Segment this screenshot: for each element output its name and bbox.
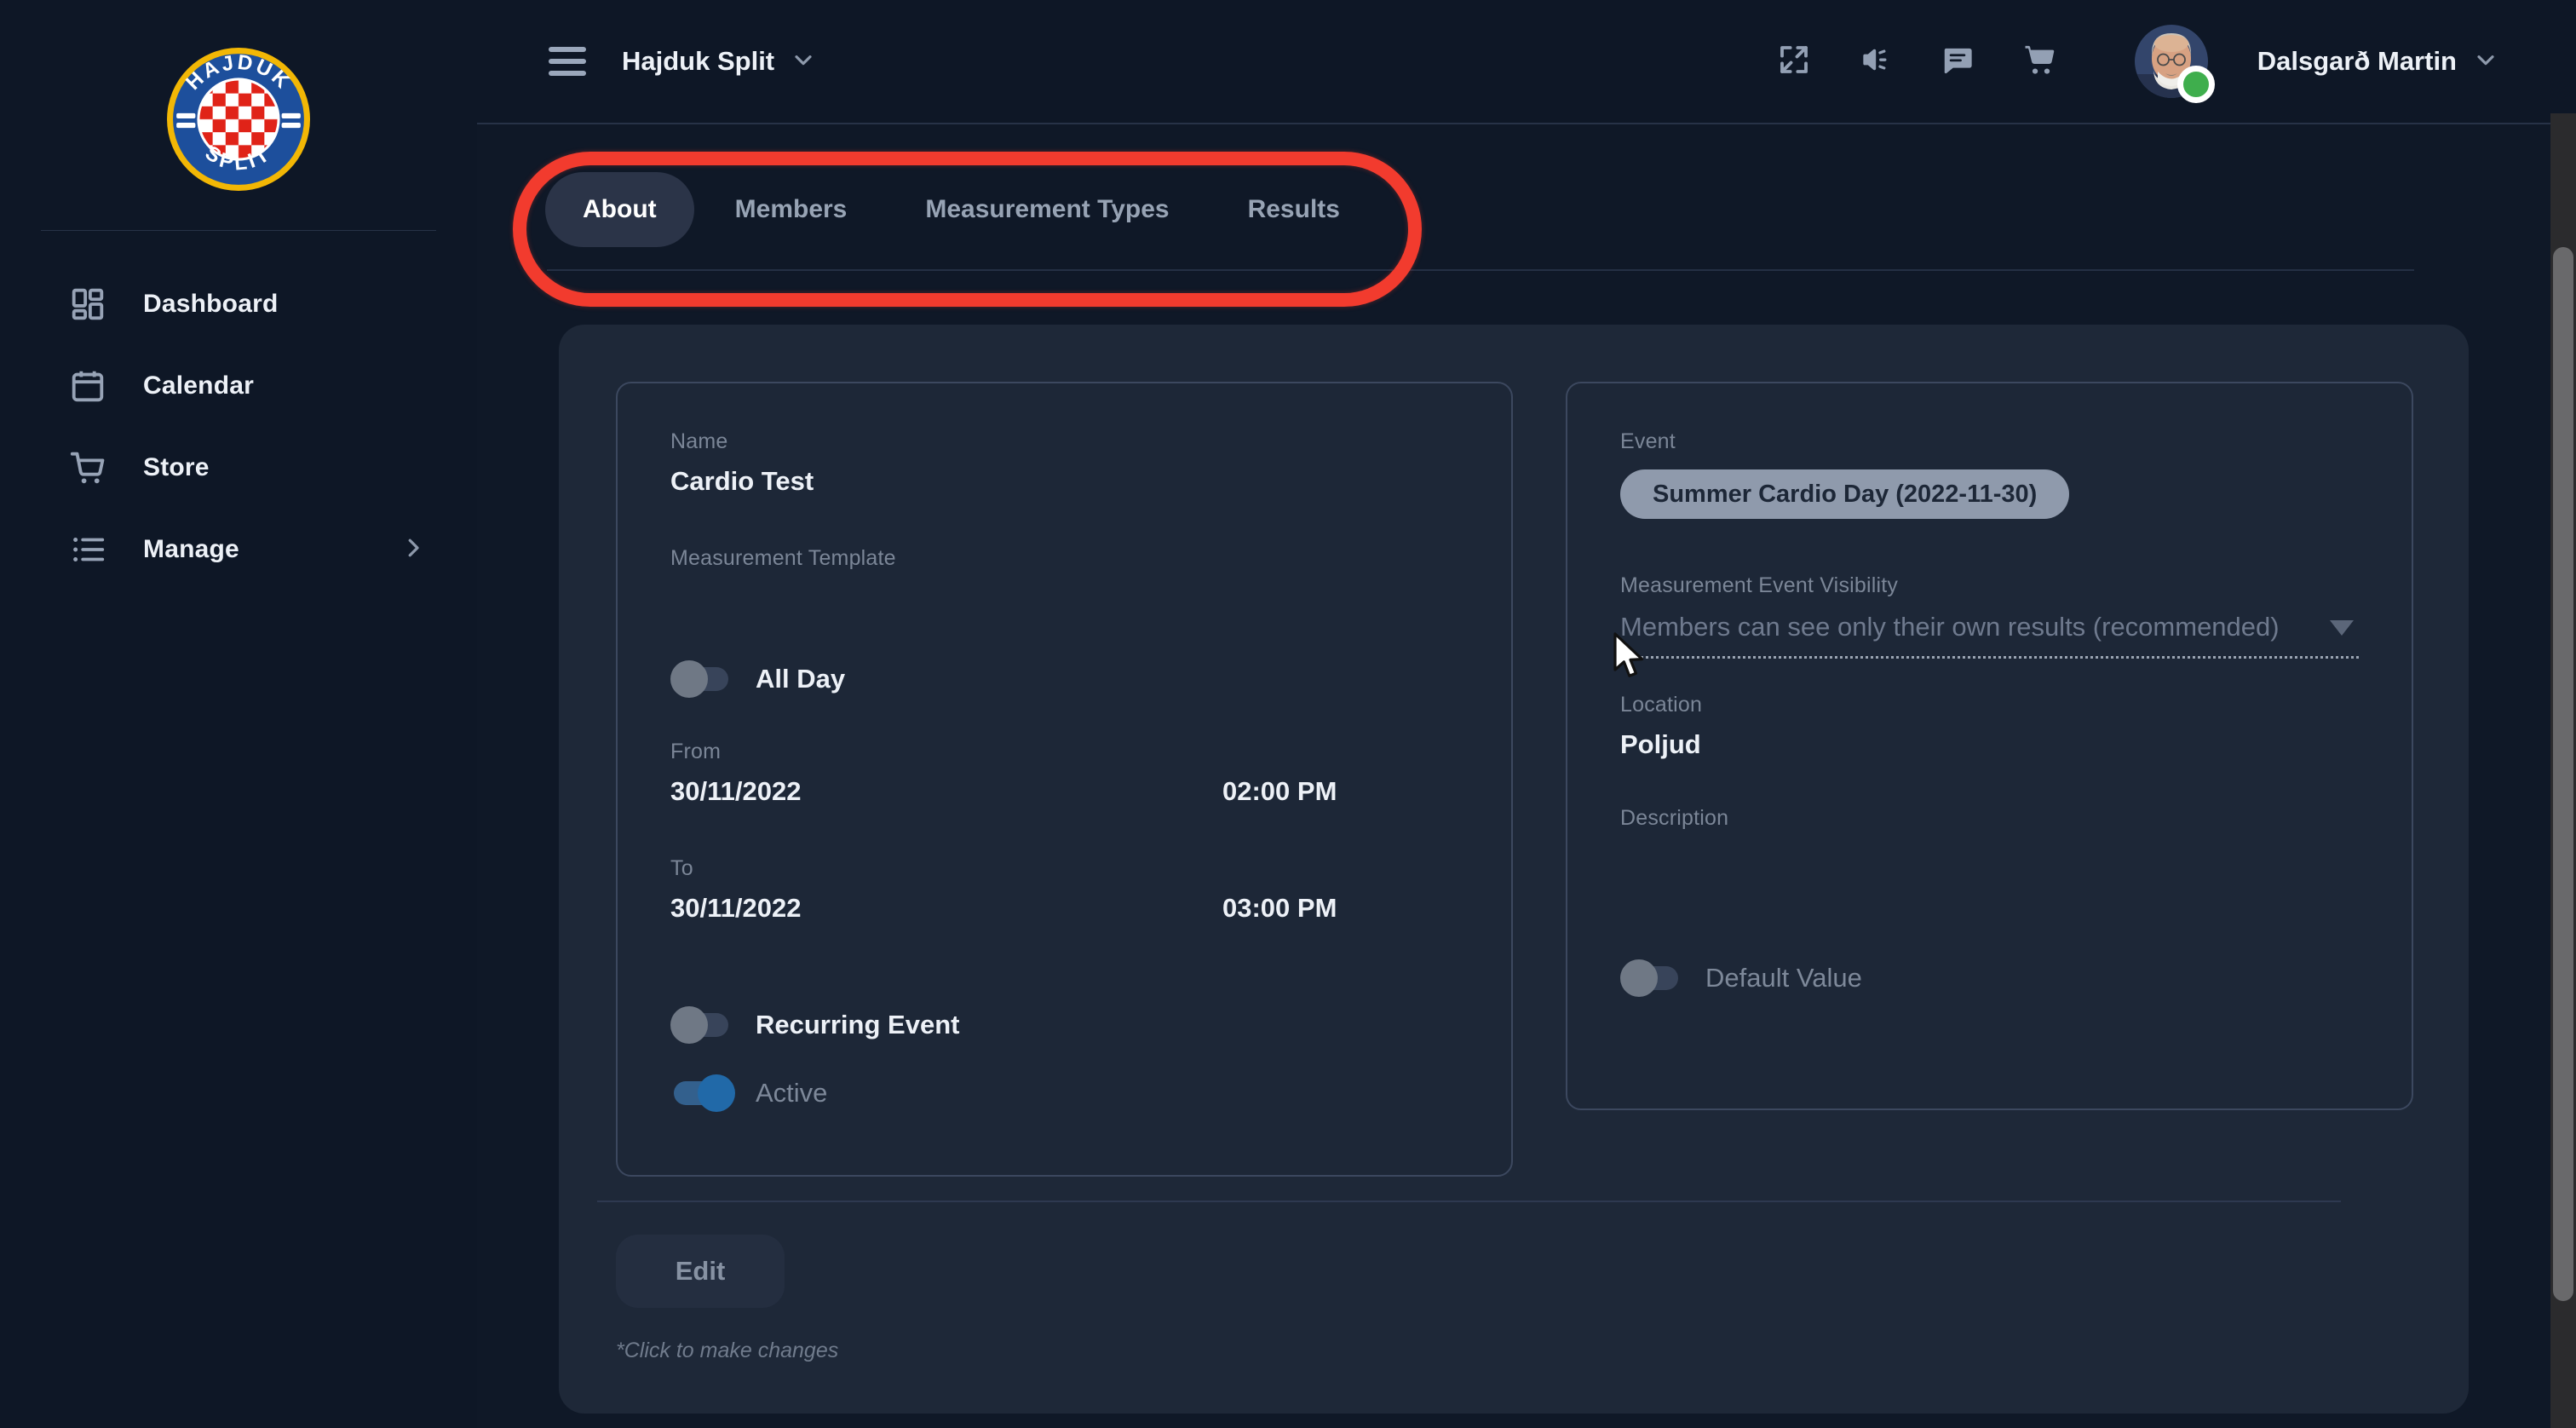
to-date[interactable]: 30/11/2022 <box>670 893 1222 924</box>
description-label: Description <box>1620 806 2359 831</box>
team-name: Hajduk Split <box>622 46 774 77</box>
tab-measurement-types[interactable]: Measurement Types <box>888 172 1206 247</box>
panel-divider <box>597 1201 2341 1202</box>
calendar-icon <box>68 366 107 406</box>
sidebar-item-label: Store <box>143 453 210 482</box>
messages-button[interactable] <box>1927 31 1988 92</box>
event-details-card: Name Cardio Test Measurement Template Al… <box>616 382 1513 1177</box>
sidebar-nav: Dashboard Calendar <box>0 263 477 590</box>
default-value-label: Default Value <box>1705 963 1862 993</box>
visibility-value: Members can see only their own results (… <box>1620 612 2359 642</box>
recurring-event-toggle[interactable] <box>670 1005 735 1045</box>
recurring-event-row: Recurring Event <box>670 1005 1458 1045</box>
online-status-indicator <box>2177 66 2215 103</box>
scrollbar-thumb[interactable] <box>2553 247 2573 1301</box>
all-day-toggle[interactable] <box>670 659 735 699</box>
location-label: Location <box>1620 693 2359 717</box>
visibility-label: Measurement Event Visibility <box>1620 573 2359 598</box>
club-logo[interactable]: HAJDUK SPLIT <box>0 48 477 191</box>
sidebar-item-manage[interactable]: Manage <box>0 509 477 590</box>
fullscreen-button[interactable] <box>1763 31 1825 92</box>
sidebar-item-store[interactable]: Store <box>0 427 477 509</box>
dropdown-arrow-icon <box>2330 620 2354 636</box>
user-menu[interactable]: Dalsgarð Martin <box>2257 46 2499 78</box>
from-date[interactable]: 30/11/2022 <box>670 776 1222 807</box>
tabs-divider <box>547 269 2414 271</box>
recurring-event-label: Recurring Event <box>756 1010 959 1040</box>
sidebar-item-calendar[interactable]: Calendar <box>0 345 477 427</box>
event-label: Event <box>1620 429 2359 454</box>
store-cart-button[interactable] <box>2009 31 2070 92</box>
from-row: 30/11/2022 02:00 PM <box>670 764 1458 807</box>
hajduk-split-logo-icon: HAJDUK SPLIT <box>167 48 310 191</box>
default-value-toggle[interactable] <box>1620 959 1685 998</box>
topbar: Hajduk Split <box>477 0 2576 124</box>
from-time[interactable]: 02:00 PM <box>1222 776 1458 807</box>
edit-button[interactable]: Edit <box>616 1235 785 1308</box>
team-selector[interactable]: Hajduk Split <box>622 46 817 78</box>
edit-footnote: *Click to make changes <box>616 1339 838 1363</box>
tab-about[interactable]: About <box>545 172 694 247</box>
user-avatar[interactable] <box>2135 25 2208 98</box>
measurement-template-label: Measurement Template <box>670 546 1458 571</box>
sidebar-item-label: Manage <box>143 535 239 564</box>
manage-icon <box>68 530 107 569</box>
menu-toggle-button[interactable] <box>549 47 586 76</box>
visibility-select[interactable]: Members can see only their own results (… <box>1620 612 2359 659</box>
tabs: About Members Measurement Types Results <box>545 172 1377 247</box>
about-panel: Name Cardio Test Measurement Template Al… <box>559 325 2469 1414</box>
to-label: To <box>670 856 1458 881</box>
megaphone-icon <box>1857 41 1895 83</box>
from-label: From <box>670 740 1458 764</box>
cart-icon <box>2021 41 2058 83</box>
topbar-actions <box>1763 31 2070 92</box>
chevron-right-icon <box>400 535 426 565</box>
store-icon <box>68 448 107 487</box>
active-toggle[interactable] <box>670 1074 735 1113</box>
main-content: About Members Measurement Types Results … <box>477 124 2550 1428</box>
sidebar-item-label: Dashboard <box>143 290 279 319</box>
name-value[interactable]: Cardio Test <box>670 466 1458 497</box>
tab-members[interactable]: Members <box>698 172 885 247</box>
user-name: Dalsgarð Martin <box>2257 46 2457 77</box>
active-label: Active <box>756 1078 827 1108</box>
active-row: Active <box>670 1074 1458 1113</box>
sidebar-item-label: Calendar <box>143 371 254 400</box>
event-meta-card: Event Summer Cardio Day (2022-11-30) Mea… <box>1566 382 2413 1110</box>
to-time[interactable]: 03:00 PM <box>1222 893 1458 924</box>
app-root: HAJDUK SPLIT Dashb <box>0 0 2576 1428</box>
scrollbar-track[interactable] <box>2550 113 2576 1428</box>
to-row: 30/11/2022 03:00 PM <box>670 881 1458 924</box>
all-day-label: All Day <box>756 664 845 694</box>
sidebar: HAJDUK SPLIT Dashb <box>0 0 478 1428</box>
announcements-button[interactable] <box>1845 31 1906 92</box>
chat-icon <box>1940 42 1975 82</box>
name-label: Name <box>670 429 1458 454</box>
tab-results[interactable]: Results <box>1210 172 1377 247</box>
all-day-row: All Day <box>670 659 1458 699</box>
dashboard-icon <box>68 285 107 324</box>
event-chip[interactable]: Summer Cardio Day (2022-11-30) <box>1620 469 2069 519</box>
sidebar-divider <box>41 230 436 231</box>
sidebar-item-dashboard[interactable]: Dashboard <box>0 263 477 345</box>
location-value[interactable]: Poljud <box>1620 729 2359 760</box>
chevron-down-icon <box>2472 46 2499 78</box>
default-value-row: Default Value <box>1620 959 2359 998</box>
fullscreen-icon <box>1776 42 1812 82</box>
chevron-down-icon <box>790 46 817 78</box>
